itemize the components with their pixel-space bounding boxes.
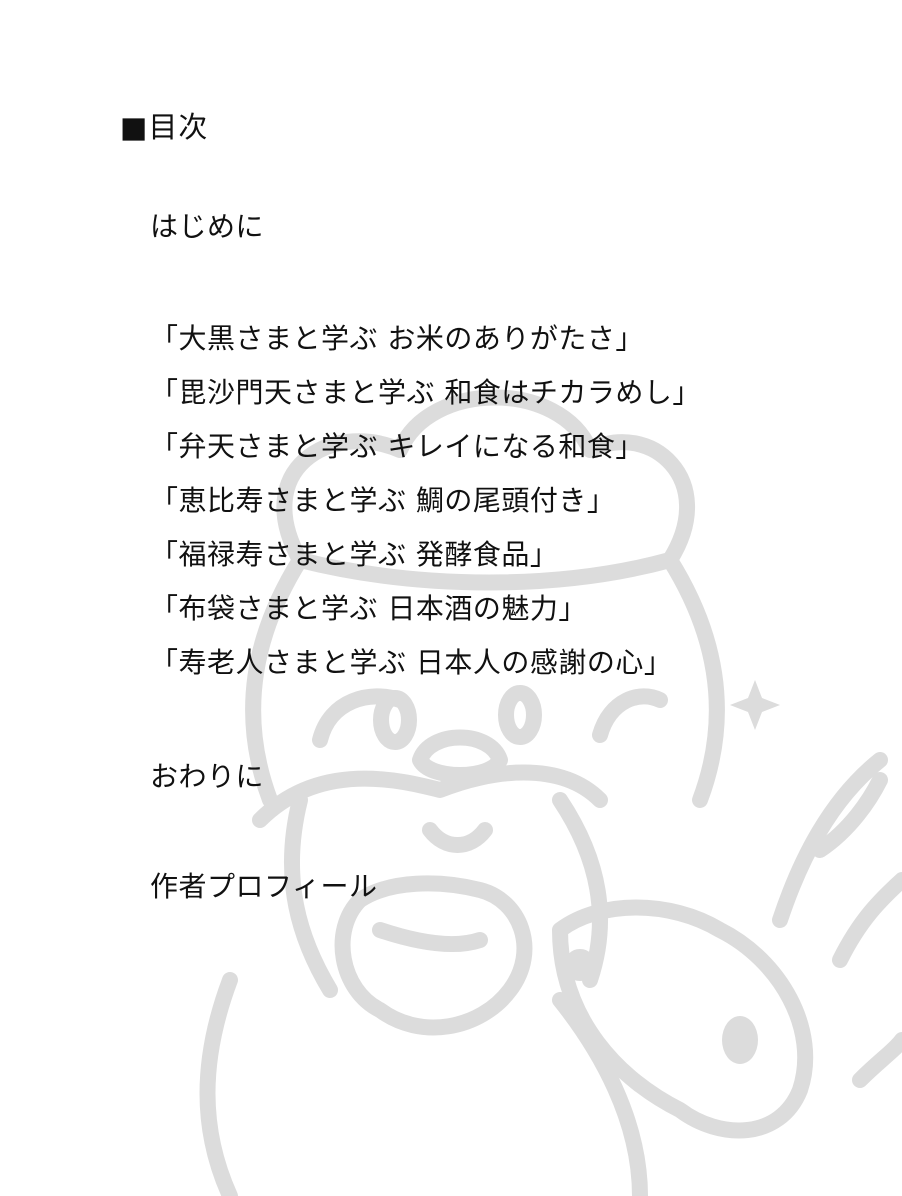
toc-item-intro: はじめに [150,210,265,243]
toc-item-chapter-6: 「布袋さまと学ぶ 日本酒の魅力」 [150,592,587,625]
toc-item-chapter-1: 「大黒さまと学ぶ お米のありがたさ」 [150,322,644,355]
toc-item-author-profile: 作者プロフィール [150,870,378,903]
table-of-contents-heading: ■目次 [120,110,209,144]
toc-item-chapter-5: 「福禄寿さまと学ぶ 発酵食品」 [150,538,559,571]
toc-item-chapter-2: 「毘沙門天さまと学ぶ 和食はチカラめし」 [150,376,701,409]
toc-item-chapter-3: 「弁天さまと学ぶ キレイになる和食」 [150,430,644,463]
toc-item-chapter-7: 「寿老人さまと学ぶ 日本人の感謝の心」 [150,646,673,679]
toc-item-chapter-4: 「恵比寿さまと学ぶ 鯛の尾頭付き」 [150,484,616,517]
toc-item-outro: おわりに [150,760,265,793]
